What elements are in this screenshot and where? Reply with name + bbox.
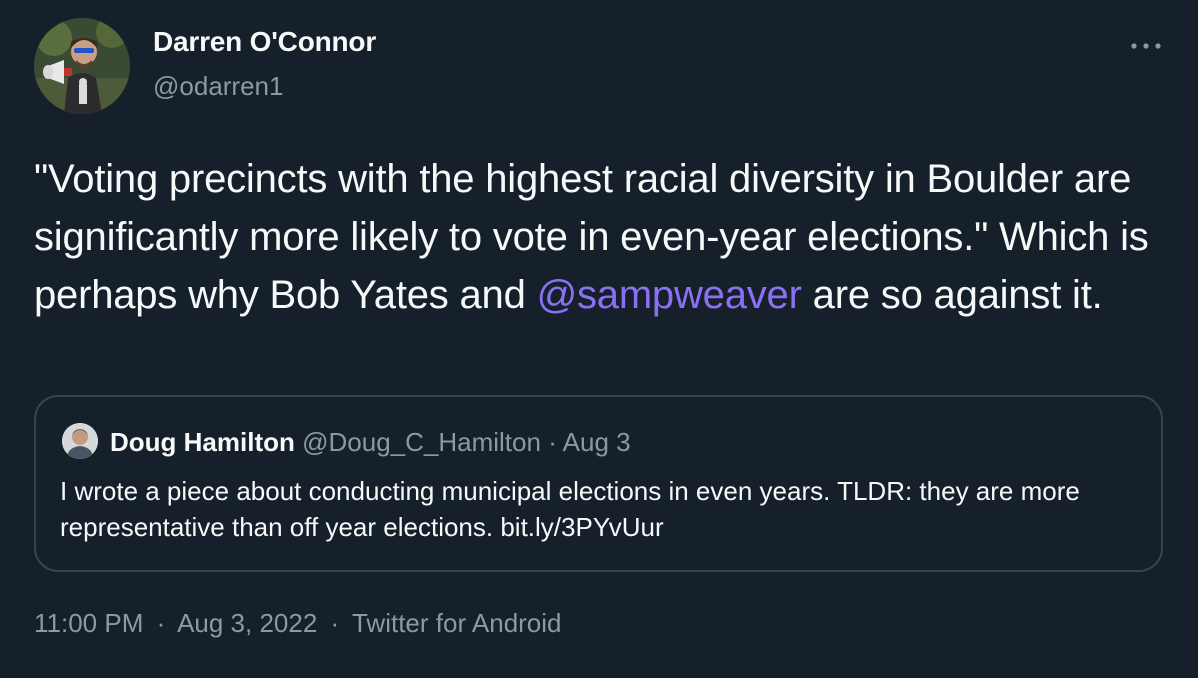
tweet-text-tail: are so against it. (801, 273, 1103, 317)
quoted-header: Doug Hamilton @Doug_C_Hamilton · Aug 3 (110, 427, 631, 458)
author-name[interactable]: Darren O'Connor (153, 26, 376, 58)
quoted-author-name[interactable]: Doug Hamilton (110, 427, 295, 457)
footer-separator: · (330, 608, 340, 638)
quoted-author-handle[interactable]: @Doug_C_Hamilton (302, 427, 541, 457)
more-button[interactable] (1126, 26, 1166, 66)
quoted-tweet[interactable]: Doug Hamilton @Doug_C_Hamilton · Aug 3 I… (34, 395, 1163, 572)
quoted-author-avatar[interactable] (62, 423, 98, 459)
quoted-date[interactable]: Aug 3 (563, 427, 631, 457)
tweet-footer: 11:00 PM · Aug 3, 2022 · Twitter for And… (34, 608, 562, 639)
mention-link[interactable]: @sampweaver (537, 273, 802, 317)
tweet-time[interactable]: 11:00 PM (34, 608, 143, 638)
author-handle[interactable]: @odarren1 (153, 71, 283, 102)
quoted-text: I wrote a piece about conducting municip… (60, 476, 1080, 542)
tweet-source[interactable]: Twitter for Android (352, 608, 562, 638)
quoted-separator: · (548, 427, 557, 457)
author-avatar[interactable] (34, 18, 130, 114)
footer-separator: · (156, 608, 166, 638)
tweet-date[interactable]: Aug 3, 2022 (177, 608, 317, 638)
tweet: Darren O'Connor @odarren1 "Voting precin… (0, 0, 1198, 678)
more-dots-icon (1130, 41, 1162, 51)
tweet-text: "Voting precincts with the highest racia… (34, 150, 1164, 324)
